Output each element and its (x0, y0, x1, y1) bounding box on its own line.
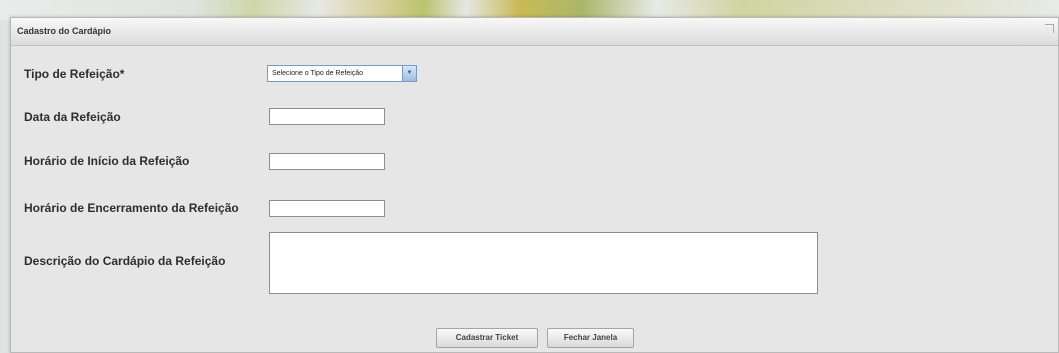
register-ticket-button[interactable]: Cadastrar Ticket (436, 328, 538, 348)
menu-description-label: Descrição do Cardápio da Refeição (24, 254, 226, 268)
meal-date-label: Data da Refeição (24, 110, 121, 124)
meal-date-field[interactable] (269, 108, 385, 125)
chevron-down-icon[interactable]: ▼ (402, 66, 416, 81)
meal-type-select-value: Selecione o Tipo de Refeição (272, 70, 364, 77)
dialog-title: Cadastro do Cardápio (17, 26, 112, 36)
close-window-button[interactable]: Fechar Janela (547, 328, 634, 348)
meal-end-time-label: Horário de Encerramento da Refeição (24, 201, 239, 215)
menu-description-textarea[interactable] (269, 232, 818, 294)
meal-start-time-field[interactable] (269, 153, 385, 170)
meal-start-time-label: Horário de Início da Refeição (24, 154, 190, 168)
meal-end-time-field[interactable] (269, 200, 385, 217)
dialog-titlebar[interactable]: Cadastro do Cardápio (11, 18, 1058, 46)
menu-registration-dialog: Cadastro do Cardápio Tipo de Refeição* S… (10, 17, 1059, 353)
meal-type-select[interactable]: Selecione o Tipo de Refeição ▼ (267, 65, 417, 82)
resize-icon[interactable] (1045, 24, 1054, 33)
meal-type-label: Tipo de Refeição* (24, 67, 125, 81)
